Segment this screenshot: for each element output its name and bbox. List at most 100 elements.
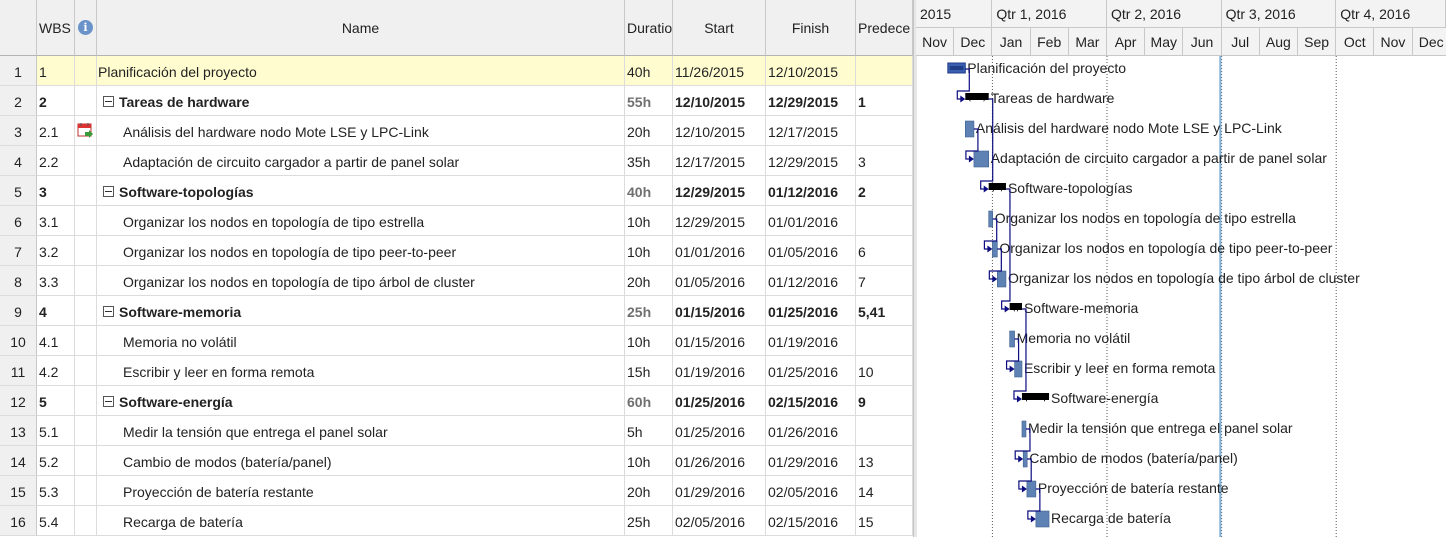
wbs-cell[interactable]: 3.2 bbox=[37, 236, 75, 266]
wbs-cell[interactable]: 4.2 bbox=[37, 356, 75, 386]
wbs-cell[interactable]: 5.1 bbox=[37, 416, 75, 446]
start-cell[interactable]: 12/29/2015 bbox=[673, 176, 766, 206]
duration-cell[interactable]: 40h bbox=[625, 176, 673, 206]
start-cell[interactable]: 02/05/2016 bbox=[673, 506, 766, 536]
name-cell[interactable]: Planificación del proyecto bbox=[97, 56, 625, 86]
start-column-header[interactable]: Start bbox=[673, 0, 766, 56]
name-cell[interactable]: Escribir y leer en forma remota bbox=[97, 356, 625, 386]
table-row[interactable]: 14 5.2 Cambio de modos (batería/panel) 10h 0… bbox=[0, 446, 913, 476]
row-number[interactable]: 7 bbox=[0, 236, 37, 266]
name-cell[interactable]: Adaptación de circuito cargador a partir… bbox=[97, 146, 625, 176]
wbs-cell[interactable]: 3 bbox=[37, 176, 75, 206]
duration-cell[interactable]: 10h bbox=[625, 236, 673, 266]
predecessors-cell[interactable]: 5,41 bbox=[856, 296, 913, 326]
start-cell[interactable]: 01/05/2016 bbox=[673, 266, 766, 296]
row-number[interactable]: 3 bbox=[0, 116, 37, 146]
finish-cell[interactable]: 01/12/2016 bbox=[766, 176, 856, 206]
name-cell[interactable]: Tareas de hardware bbox=[97, 86, 625, 116]
duration-cell[interactable]: 10h bbox=[625, 206, 673, 236]
finish-cell[interactable]: 12/29/2015 bbox=[766, 146, 856, 176]
name-cell[interactable]: Análisis del hardware nodo Mote LSE y LP… bbox=[97, 116, 625, 146]
wbs-cell[interactable]: 3.1 bbox=[37, 206, 75, 236]
predecessors-cell[interactable]: 2 bbox=[856, 176, 913, 206]
finish-column-header[interactable]: Finish bbox=[766, 0, 856, 56]
collapse-toggle-icon[interactable] bbox=[103, 186, 114, 197]
collapse-toggle-icon[interactable] bbox=[103, 96, 114, 107]
predecessors-cell[interactable]: 13 bbox=[856, 446, 913, 476]
wbs-cell[interactable]: 4 bbox=[37, 296, 75, 326]
finish-cell[interactable]: 01/05/2016 bbox=[766, 236, 856, 266]
table-row[interactable]: 3 2.1 Análisis del hardware nodo Mote LSE … bbox=[0, 116, 913, 146]
duration-cell[interactable]: 55h bbox=[625, 86, 673, 116]
table-row[interactable]: 1 1 Planificación del proyecto 40h 11/26/201… bbox=[0, 56, 913, 86]
predecessors-cell[interactable] bbox=[856, 206, 913, 236]
row-number[interactable]: 6 bbox=[0, 206, 37, 236]
finish-cell[interactable]: 12/17/2015 bbox=[766, 116, 856, 146]
predecessors-cell[interactable]: 7 bbox=[856, 266, 913, 296]
wbs-cell[interactable]: 1 bbox=[37, 56, 75, 86]
table-row[interactable]: 2 2 Tareas de hardware 55h 12/10/2015 12/29/2… bbox=[0, 86, 913, 116]
name-cell[interactable]: Software-memoria bbox=[97, 296, 625, 326]
predecessors-cell[interactable] bbox=[856, 56, 913, 86]
name-cell[interactable]: Cambio de modos (batería/panel) bbox=[97, 446, 625, 476]
finish-cell[interactable]: 02/15/2016 bbox=[766, 386, 856, 416]
table-row[interactable]: 15 5.3 Proyección de batería restante 20h 01… bbox=[0, 476, 913, 506]
predecessors-cell[interactable]: 15 bbox=[856, 506, 913, 536]
name-cell[interactable]: Recarga de batería bbox=[97, 506, 625, 536]
start-cell[interactable]: 01/15/2016 bbox=[673, 326, 766, 356]
name-cell[interactable]: Medir la tensión que entrega el panel so… bbox=[97, 416, 625, 446]
duration-cell[interactable]: 10h bbox=[625, 326, 673, 356]
start-cell[interactable]: 11/26/2015 bbox=[673, 56, 766, 86]
finish-cell[interactable]: 12/29/2015 bbox=[766, 86, 856, 116]
duration-cell[interactable]: 35h bbox=[625, 146, 673, 176]
collapse-toggle-icon[interactable] bbox=[103, 306, 114, 317]
duration-cell[interactable]: 25h bbox=[625, 296, 673, 326]
duration-cell[interactable]: 20h bbox=[625, 476, 673, 506]
wbs-column-header[interactable]: WBS bbox=[37, 0, 75, 56]
row-number[interactable]: 1 bbox=[0, 56, 37, 86]
wbs-cell[interactable]: 5 bbox=[37, 386, 75, 416]
start-cell[interactable]: 01/15/2016 bbox=[673, 296, 766, 326]
table-row[interactable]: 12 5 Software-energía 60h 01/25/2016 02/15/20… bbox=[0, 386, 913, 416]
duration-cell[interactable]: 10h bbox=[625, 446, 673, 476]
duration-cell[interactable]: 5h bbox=[625, 416, 673, 446]
row-number[interactable]: 13 bbox=[0, 416, 37, 446]
name-cell[interactable]: Proyección de batería restante bbox=[97, 476, 625, 506]
table-row[interactable]: 9 4 Software-memoria 25h 01/15/2016 01/25/201… bbox=[0, 296, 913, 326]
name-cell[interactable]: Organizar los nodos en topología de tipo… bbox=[97, 206, 625, 236]
predecessors-cell[interactable]: 3 bbox=[856, 146, 913, 176]
duration-cell[interactable]: 20h bbox=[625, 116, 673, 146]
row-number[interactable]: 11 bbox=[0, 356, 37, 386]
start-cell[interactable]: 01/29/2016 bbox=[673, 476, 766, 506]
name-column-header[interactable]: Name bbox=[97, 0, 625, 56]
row-number-header[interactable] bbox=[0, 0, 37, 56]
row-number[interactable]: 4 bbox=[0, 146, 37, 176]
collapse-toggle-icon[interactable] bbox=[103, 396, 114, 407]
finish-cell[interactable]: 01/12/2016 bbox=[766, 266, 856, 296]
row-number[interactable]: 14 bbox=[0, 446, 37, 476]
wbs-cell[interactable]: 4.1 bbox=[37, 326, 75, 356]
table-row[interactable]: 4 2.2 Adaptación de circuito cargador a pa… bbox=[0, 146, 913, 176]
finish-cell[interactable]: 01/01/2016 bbox=[766, 206, 856, 236]
finish-cell[interactable]: 01/26/2016 bbox=[766, 416, 856, 446]
predecessors-cell[interactable]: 1 bbox=[856, 86, 913, 116]
table-row[interactable]: 7 3.2 Organizar los nodos en topología de … bbox=[0, 236, 913, 266]
finish-cell[interactable]: 02/05/2016 bbox=[766, 476, 856, 506]
wbs-cell[interactable]: 2 bbox=[37, 86, 75, 116]
row-number[interactable]: 9 bbox=[0, 296, 37, 326]
name-cell[interactable]: Software-energía bbox=[97, 386, 625, 416]
table-row[interactable]: 5 3 Software-topologías 40h 12/29/2015 01/12/… bbox=[0, 176, 913, 206]
row-number[interactable]: 5 bbox=[0, 176, 37, 206]
start-cell[interactable]: 01/26/2016 bbox=[673, 446, 766, 476]
predecessors-cell[interactable] bbox=[856, 116, 913, 146]
table-row[interactable]: 6 3.1 Organizar los nodos en topología de … bbox=[0, 206, 913, 236]
predecessors-column-header[interactable]: Predece bbox=[856, 0, 913, 56]
name-cell[interactable]: Organizar los nodos en topología de tipo… bbox=[97, 266, 625, 296]
predecessors-cell[interactable]: 14 bbox=[856, 476, 913, 506]
start-cell[interactable]: 01/01/2016 bbox=[673, 236, 766, 266]
wbs-cell[interactable]: 2.2 bbox=[37, 146, 75, 176]
row-number[interactable]: 8 bbox=[0, 266, 37, 296]
duration-cell[interactable]: 20h bbox=[625, 266, 673, 296]
finish-cell[interactable]: 01/29/2016 bbox=[766, 446, 856, 476]
predecessors-cell[interactable] bbox=[856, 416, 913, 446]
